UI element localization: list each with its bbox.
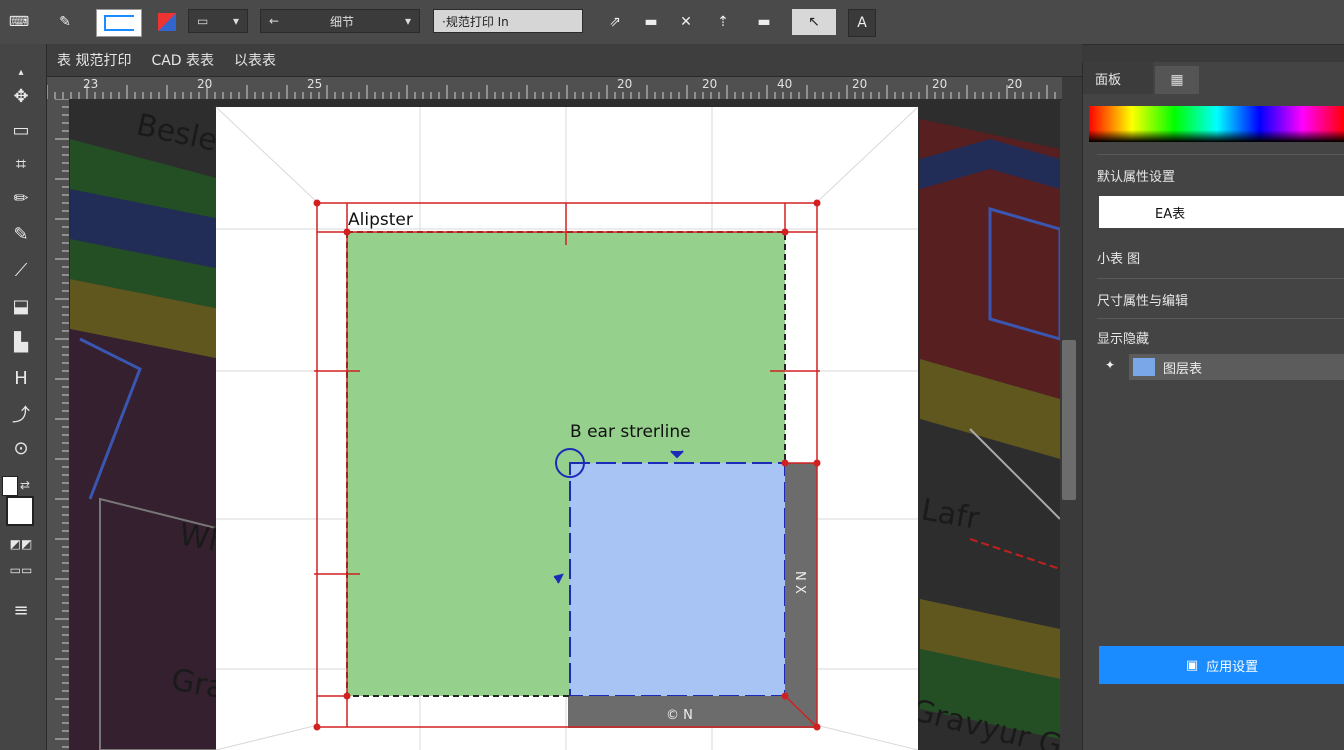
stamp-tool-icon[interactable]: ⬓ [6, 292, 36, 320]
ruler-label: 40 [777, 77, 793, 91]
horizontal-ruler: 23 20 25 20 20 40 20 20 20 [47, 77, 1062, 100]
brush-tool-icon[interactable]: ✏ [6, 184, 36, 212]
value-input[interactable]: EA表 [1099, 196, 1344, 228]
font-icon[interactable]: A [848, 9, 876, 37]
ruler-label: 20 [1007, 77, 1023, 91]
dropdown-1[interactable]: ▭ ▾ [188, 9, 248, 33]
search-field[interactable]: ·规范打印 In [433, 9, 583, 33]
layer-thumbnail-icon [1133, 358, 1155, 376]
apply-button[interactable]: ▣ 应用设置 [1099, 646, 1344, 684]
apply-button-label: 应用设置 [1206, 659, 1259, 675]
pencil-tool-icon[interactable]: ✎ [6, 220, 36, 248]
crop-tool-icon[interactable]: ⌗ [6, 150, 36, 178]
section-label: 显示隐藏 [1097, 332, 1150, 347]
ruler-label: 20 [932, 77, 948, 91]
color-spectrum[interactable] [1089, 106, 1344, 142]
quick-mask-icon[interactable]: ◩◩ [6, 530, 36, 558]
zoom-tool-icon[interactable]: ⊙ [6, 434, 36, 462]
search-field-value: ·规范打印 In [442, 14, 509, 29]
cursor-icon[interactable]: ↖ [792, 9, 836, 35]
grid-icon[interactable]: ▦ [1155, 66, 1199, 94]
gradient-tool-icon[interactable]: H [6, 364, 36, 392]
ruler-label: 20 [617, 77, 633, 91]
move-tool-icon[interactable]: ✥ [6, 82, 36, 110]
vertical-ruler [47, 99, 70, 750]
side-bar [785, 463, 817, 727]
blue-region[interactable] [570, 463, 785, 696]
marquee-tool-icon[interactable]: ▭ [6, 116, 36, 144]
tab-document-1[interactable]: 表 规范打印 [47, 44, 141, 76]
tab-panel-label: 面板 [1095, 72, 1122, 88]
pen-tool-icon[interactable]: ✎ [52, 9, 78, 35]
extra-tools-icon[interactable]: ≡ [6, 596, 36, 624]
dropdown-2-icon: ← [269, 14, 280, 28]
bottom-bar-label: © N [666, 708, 693, 723]
canvas-area[interactable]: Beslei Wh Gra Lafr Gravyur Gr Alipster B… [70, 99, 1060, 750]
ruler-label: 25 [307, 77, 323, 91]
section-label: 小表 图 [1097, 252, 1141, 267]
tab-label: 以表表 [234, 53, 277, 69]
line-icon[interactable]: ▬ [636, 9, 666, 35]
rect-select-icon[interactable] [96, 9, 142, 37]
dropdown-2-label: 细节 [330, 14, 355, 29]
outer-label: Alipster [348, 210, 413, 230]
path-tool-icon[interactable]: ⤴ [6, 400, 36, 428]
up-arrow-icon[interactable]: ⇡ [710, 9, 736, 35]
tool-preset-icon[interactable]: ⌨ [6, 9, 32, 35]
ruler-label: 23 [83, 77, 99, 91]
properties-panel: 面板 ▦ 默认属性设置 EA表 小表 图 尺寸属性与编辑 显示隐藏 ✦ 图层表 … [1082, 62, 1344, 750]
color-swatch-icon[interactable] [156, 9, 178, 35]
section-label: 默认属性设置 [1097, 170, 1176, 185]
ruler-label: 20 [702, 77, 718, 91]
options-bar: ⌨ ✎ ▭ ▾ ← 细节 ▾ ·规范打印 In ⇗ ▬ ✕ ⇡ ▬ ↖ A [0, 0, 1344, 45]
tab-label: CAD 表表 [151, 53, 215, 69]
side-bar-label: N X [792, 571, 807, 594]
screen-mode-icon[interactable]: ▭▭ [6, 556, 36, 584]
eyedropper-icon[interactable]: ⟋ [6, 256, 36, 284]
eraser-tool-icon[interactable]: ▙ [6, 328, 36, 356]
save-icon: ▣ [1185, 657, 1199, 673]
bar-icon[interactable]: ▬ [746, 9, 782, 35]
ruler-ticks [55, 99, 69, 748]
section-label: 尺寸属性与编辑 [1097, 294, 1189, 309]
ruler-label: 20 [852, 77, 868, 91]
swap-color-icon[interactable]: ⇄ [20, 478, 30, 492]
background-color-icon[interactable] [6, 496, 34, 526]
dropdown-2[interactable]: ← 细节 ▾ [260, 9, 420, 33]
tools-panel: ▴ ✥ ▭ ⌗ ✏ ✎ ⟋ ⬓ ▙ H ⤴ ⊙ ⇄ ◩◩ ▭▭ ≡ [0, 44, 47, 750]
layer-item[interactable]: 图层表 [1129, 354, 1344, 380]
layer-item-label: 图层表 [1163, 361, 1203, 377]
foreground-color-icon[interactable] [2, 476, 18, 496]
tab-label: 表 规范打印 [57, 53, 132, 69]
close-x-icon[interactable]: ✕ [674, 9, 698, 35]
value-input-text: EA表 [1155, 206, 1186, 222]
arrow-icon[interactable]: ⇗ [600, 9, 630, 35]
tab-panel[interactable]: 面板 [1083, 62, 1153, 94]
tab-document-3[interactable]: 以表表 [224, 44, 286, 76]
document-tabs: 表 规范打印 CAD 表表 以表表 [47, 44, 1082, 77]
tab-document-2[interactable]: CAD 表表 [141, 44, 224, 76]
canvas-drawing: Beslei Wh Gra Lafr Gravyur Gr Alipster B… [70, 99, 1060, 750]
ruler-label: 20 [197, 77, 213, 91]
expand-icon[interactable]: ✦ [1105, 358, 1115, 372]
vertical-scrollbar[interactable] [1062, 340, 1076, 500]
inner-label: B ear strerline [570, 422, 691, 442]
